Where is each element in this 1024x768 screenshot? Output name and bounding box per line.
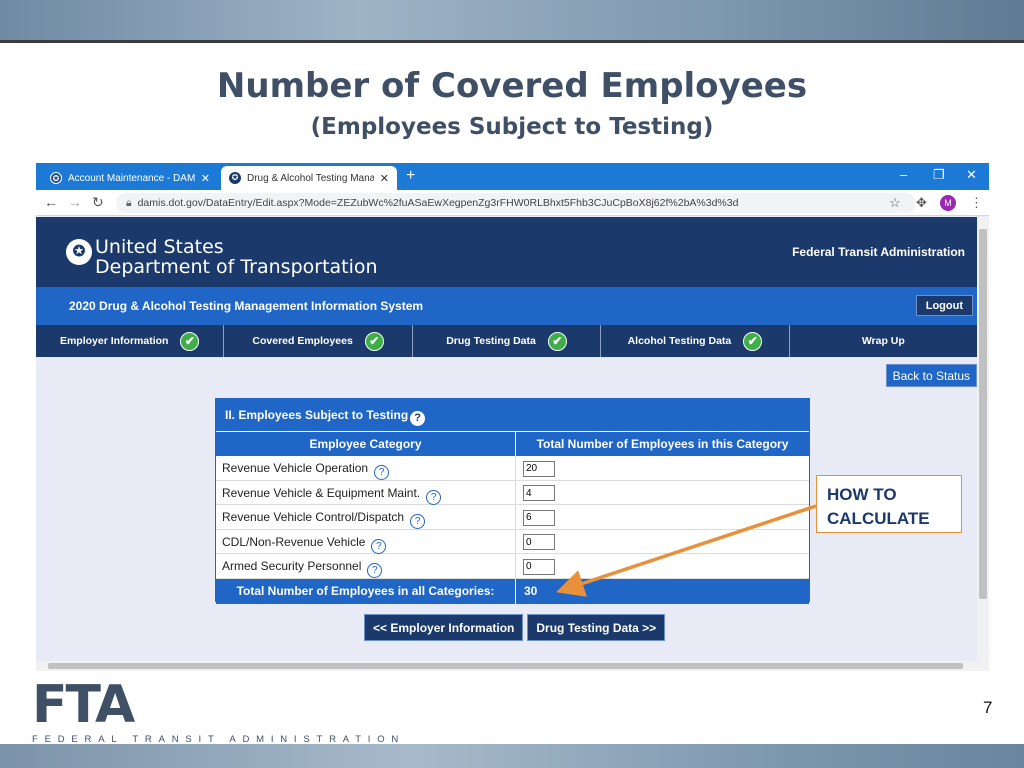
dot-name-line1: United States xyxy=(95,236,224,258)
slide-top-band xyxy=(0,0,1024,40)
url-text: damis.dot.gov/DataEntry/Edit.aspx?Mode=Z… xyxy=(137,197,739,209)
step-covered-employees[interactable]: Covered Employees ✔ xyxy=(224,325,413,357)
armed-security-input[interactable] xyxy=(523,558,555,575)
step-drug-testing-data[interactable]: Drug Testing Data ✔ xyxy=(413,325,602,357)
employer-information-button[interactable]: << Employer Information xyxy=(364,614,524,641)
dot-favicon-icon: ✪ xyxy=(229,172,241,184)
table-row: Revenue Vehicle Operation? xyxy=(216,456,809,481)
table-header: Employee Category Total Number of Employ… xyxy=(216,431,809,456)
help-circle-icon[interactable]: ? xyxy=(367,563,383,579)
back-arrow-icon[interactable]: ← xyxy=(44,194,58,210)
help-circle-icon[interactable]: ? xyxy=(410,514,426,530)
help-circle-icon[interactable]: ? xyxy=(371,538,387,554)
restore-icon[interactable]: ❐ xyxy=(933,167,945,183)
table-row: Revenue Vehicle & Equipment Maint.? xyxy=(216,480,809,506)
step-alcohol-testing-data[interactable]: Alcohol Testing Data ✔ xyxy=(601,325,790,357)
revenue-vehicle-dispatch-input[interactable] xyxy=(523,509,555,526)
kebab-menu-icon[interactable]: ⋮ xyxy=(970,195,983,211)
section-header: II. Employees Subject to Testing? xyxy=(216,399,809,431)
total-value: 30 xyxy=(524,583,538,598)
slide-title: Number of Covered Employees xyxy=(216,66,808,106)
category-label: CDL/Non-Revenue Vehicle xyxy=(222,534,366,549)
dot-logo-icon: ✪ xyxy=(66,239,92,265)
wizard-steps: Employer Information ✔ Covered Employees… xyxy=(36,325,977,357)
back-to-status-button[interactable]: Back to Status xyxy=(885,364,977,387)
check-circle-icon: ✔ xyxy=(364,331,384,351)
browser-tab-account-maintenance[interactable]: ✪ Account Maintenance - DAMIS A ✕ xyxy=(42,166,218,190)
puzzle-icon[interactable]: ✥ xyxy=(916,195,927,211)
fta-name: Federal Transit Administration xyxy=(792,245,965,259)
browser-tab-drug-alcohol[interactable]: ✪ Drug & Alcohol Testing Managem ✕ xyxy=(221,166,397,190)
step-employer-information[interactable]: Employer Information ✔ xyxy=(36,325,225,357)
address-bar: ← → ↻ 🔒︎ damis.dot.gov/DataEntry/Edit.asp… xyxy=(36,190,989,216)
slide-bottom-band xyxy=(0,744,1024,768)
cdl-non-revenue-input[interactable] xyxy=(523,534,555,551)
employees-panel: II. Employees Subject to Testing? Employ… xyxy=(215,398,810,604)
logout-button[interactable]: Logout xyxy=(915,295,973,316)
lock-icon: 🔒︎ xyxy=(126,197,132,209)
window-close-icon[interactable]: ✕ xyxy=(966,167,977,183)
help-circle-icon[interactable]: ? xyxy=(374,465,390,480)
url-field[interactable]: 🔒︎ damis.dot.gov/DataEntry/Edit.aspx?Mode… xyxy=(116,193,916,213)
column-header-total: Total Number of Employees in this Catego… xyxy=(516,431,809,456)
total-label: Total Number of Employees in all Categor… xyxy=(216,578,516,604)
forward-arrow-icon[interactable]: → xyxy=(68,194,82,210)
scrollbar-thumb[interactable] xyxy=(979,229,987,599)
revenue-vehicle-operation-input[interactable] xyxy=(523,460,555,477)
dot-name: United States Department of Transportati… xyxy=(95,237,378,277)
browser-window: ✪ Account Maintenance - DAMIS A ✕ ✪ Drug… xyxy=(36,163,989,671)
table-row: Revenue Vehicle Control/Dispatch? xyxy=(216,505,809,530)
revenue-vehicle-maint-input[interactable] xyxy=(523,485,555,502)
dot-name-line2: Department of Transportation xyxy=(95,256,378,278)
category-label: Revenue Vehicle Control/Dispatch xyxy=(222,510,405,525)
category-label: Revenue Vehicle Operation xyxy=(222,461,369,475)
slide-top-rule xyxy=(0,40,1024,43)
profile-avatar[interactable]: M xyxy=(940,195,956,211)
slide-subtitle: (Employees Subject to Testing) xyxy=(310,114,714,140)
check-circle-icon: ✔ xyxy=(180,331,200,351)
table-row: Armed Security Personnel? xyxy=(216,554,809,579)
reload-icon[interactable]: ↻ xyxy=(92,194,104,211)
total-row: Total Number of Employees in all Categor… xyxy=(216,578,809,604)
step-label: Wrap Up xyxy=(861,335,905,347)
dot-favicon-icon: ✪ xyxy=(50,172,62,184)
help-circle-icon[interactable]: ? xyxy=(426,489,442,505)
category-label: Armed Security Personnel xyxy=(222,559,362,574)
check-circle-icon: ✔ xyxy=(547,331,567,351)
page-viewport: ✪ United States Department of Transporta… xyxy=(36,217,977,661)
minimize-icon[interactable]: – xyxy=(900,167,907,182)
system-title: 2020 Drug & Alcohol Testing Management I… xyxy=(69,299,424,313)
step-wrap-up[interactable]: Wrap Up xyxy=(790,325,977,357)
tab-close-icon[interactable]: ✕ xyxy=(380,172,389,185)
tab-label: Account Maintenance - DAMIS A xyxy=(68,172,195,184)
how-to-calculate-callout: HOW TO CALCULATE xyxy=(816,475,962,533)
tab-label: Drug & Alcohol Testing Managem xyxy=(247,172,374,184)
help-circle-icon[interactable]: ? xyxy=(410,411,426,426)
page-number: 7 xyxy=(983,698,993,717)
column-header-category: Employee Category xyxy=(216,431,516,456)
new-tab-icon[interactable]: + xyxy=(406,167,415,185)
category-label: Revenue Vehicle & Equipment Maint. xyxy=(222,485,421,500)
step-label: Employer Information xyxy=(59,335,169,347)
drug-testing-data-button[interactable]: Drug Testing Data >> xyxy=(527,614,666,641)
tab-close-icon[interactable]: ✕ xyxy=(201,172,210,185)
section-title: II. Employees Subject to Testing xyxy=(225,408,409,422)
fta-logo: FTA xyxy=(32,675,135,735)
browser-tab-bar: ✪ Account Maintenance - DAMIS A ✕ ✪ Drug… xyxy=(36,163,989,190)
scrollbar-thumb[interactable] xyxy=(48,663,963,669)
step-label: Alcohol Testing Data xyxy=(627,335,732,347)
step-label: Covered Employees xyxy=(252,335,353,347)
step-label: Drug Testing Data xyxy=(446,335,536,347)
system-bar: 2020 Drug & Alcohol Testing Management I… xyxy=(36,287,977,325)
horizontal-scrollbar[interactable] xyxy=(36,661,989,671)
site-header: ✪ United States Department of Transporta… xyxy=(36,217,977,287)
star-icon[interactable]: ☆ xyxy=(889,195,901,211)
table-row: CDL/Non-Revenue Vehicle? xyxy=(216,529,809,555)
check-circle-icon: ✔ xyxy=(743,331,763,351)
form-nav-buttons: << Employer Information Drug Testing Dat… xyxy=(364,614,669,641)
vertical-scrollbar[interactable] xyxy=(977,217,989,661)
